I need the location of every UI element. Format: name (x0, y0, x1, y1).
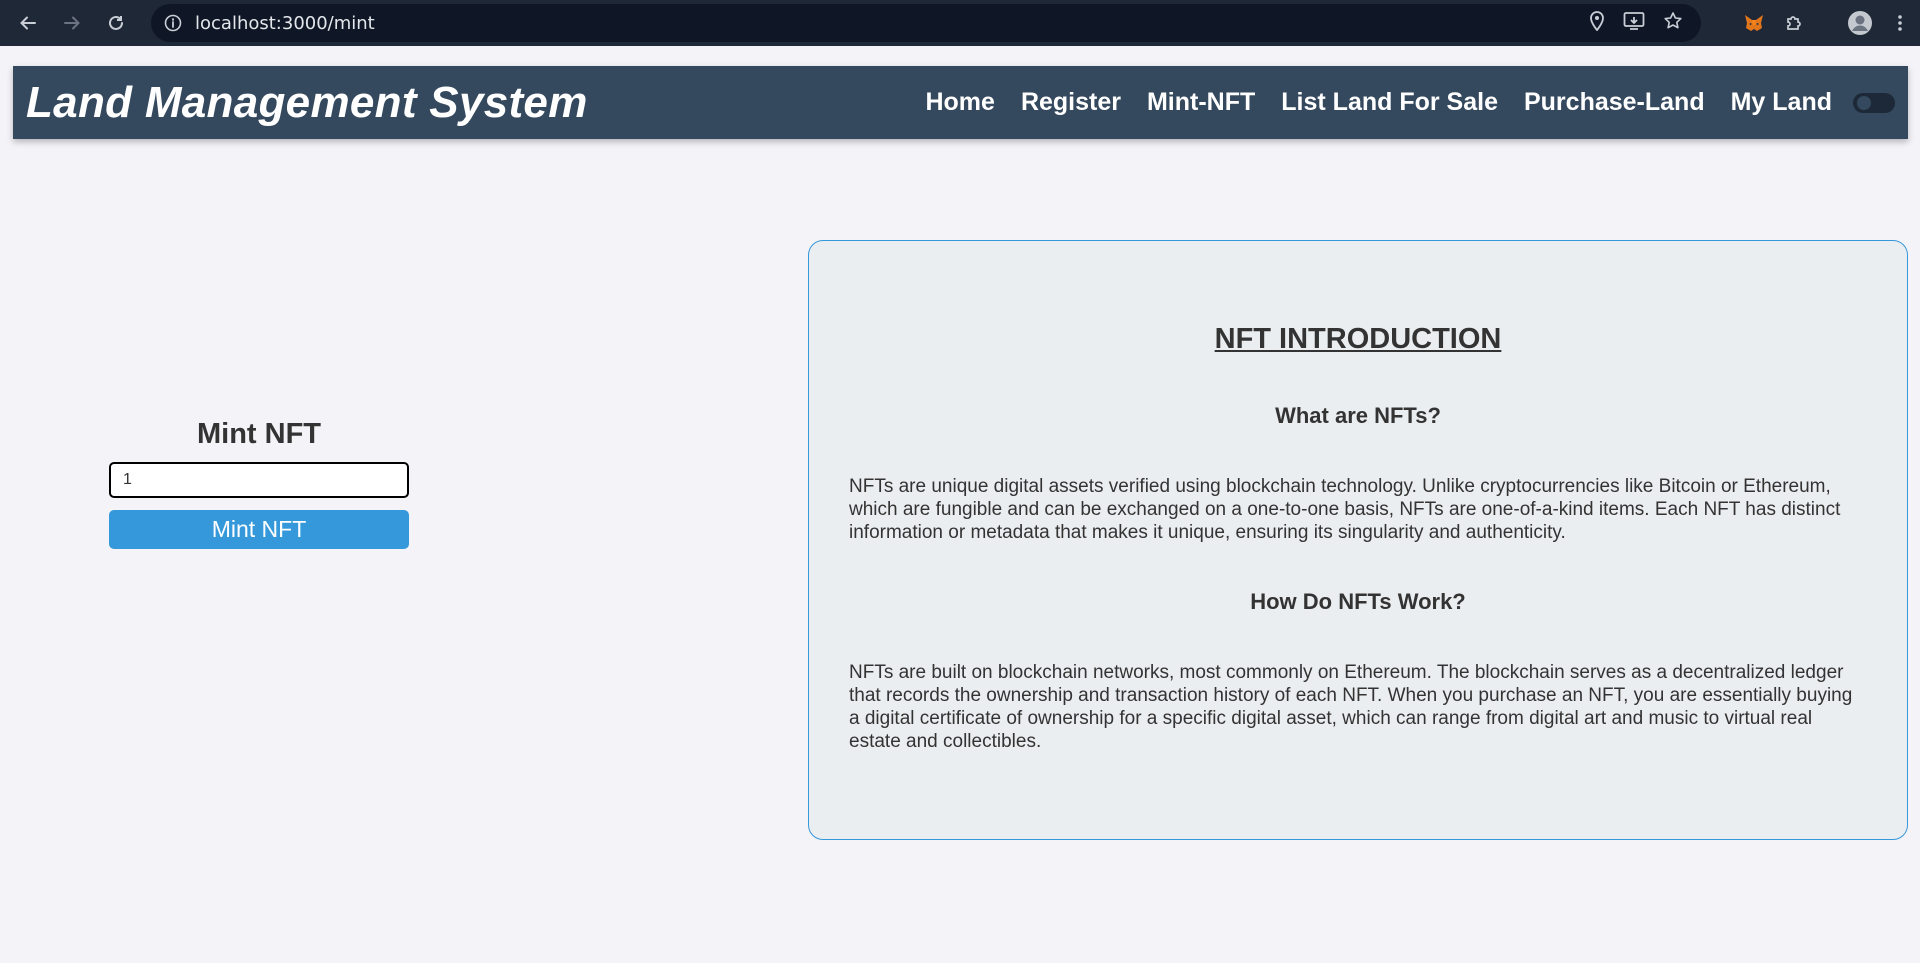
mint-panel: Mint NFT Mint NFT (109, 418, 409, 549)
app-header: Land Management System Home Register Min… (13, 66, 1908, 139)
address-url[interactable]: localhost:3000/mint (195, 13, 375, 34)
intro-paragraph-how: NFTs are built on blockchain networks, m… (849, 662, 1853, 752)
intro-heading: NFT INTRODUCTION (1214, 323, 1502, 355)
browser-toolbar: localhost:3000/mint (0, 0, 1920, 46)
reload-icon[interactable] (102, 9, 130, 37)
location-icon[interactable] (1589, 10, 1605, 36)
intro-question-what: What are NFTs? (1275, 403, 1441, 428)
theme-toggle-knob (1855, 94, 1873, 112)
mint-title: Mint NFT (196, 418, 321, 450)
install-app-icon[interactable] (1623, 11, 1645, 36)
mint-quantity-input[interactable] (109, 462, 409, 498)
browser-menu-icon[interactable] (1880, 13, 1920, 33)
nft-introduction-card: NFT INTRODUCTION What are NFTs? NFTs are… (808, 240, 1908, 840)
mint-nft-button[interactable]: Mint NFT (109, 510, 409, 549)
nav-mint-nft[interactable]: Mint-NFT (1147, 88, 1255, 117)
nav-list-land-for-sale[interactable]: List Land For Sale (1281, 88, 1498, 117)
site-info-icon[interactable] (163, 13, 183, 33)
metamask-fox-icon[interactable] (1734, 13, 1774, 33)
intro-question-how: How Do NFTs Work? (1250, 589, 1466, 614)
brand-title: Land Management System (26, 77, 588, 127)
nav-register[interactable]: Register (1021, 88, 1121, 117)
bookmark-star-icon[interactable] (1663, 11, 1683, 36)
back-arrow-icon[interactable] (14, 9, 42, 37)
address-bar[interactable]: localhost:3000/mint (151, 4, 1701, 42)
main-nav: Home Register Mint-NFT List Land For Sal… (925, 66, 1832, 139)
forward-arrow-icon[interactable] (58, 9, 86, 37)
theme-toggle[interactable] (1853, 93, 1895, 113)
nav-home[interactable]: Home (925, 88, 994, 117)
extensions-puzzle-icon[interactable] (1774, 13, 1814, 33)
intro-paragraph-what: NFTs are unique digital assets verified … (849, 476, 1841, 543)
profile-avatar-icon[interactable] (1840, 10, 1880, 36)
nav-purchase-land[interactable]: Purchase-Land (1524, 88, 1705, 117)
nav-my-land[interactable]: My Land (1731, 88, 1832, 117)
